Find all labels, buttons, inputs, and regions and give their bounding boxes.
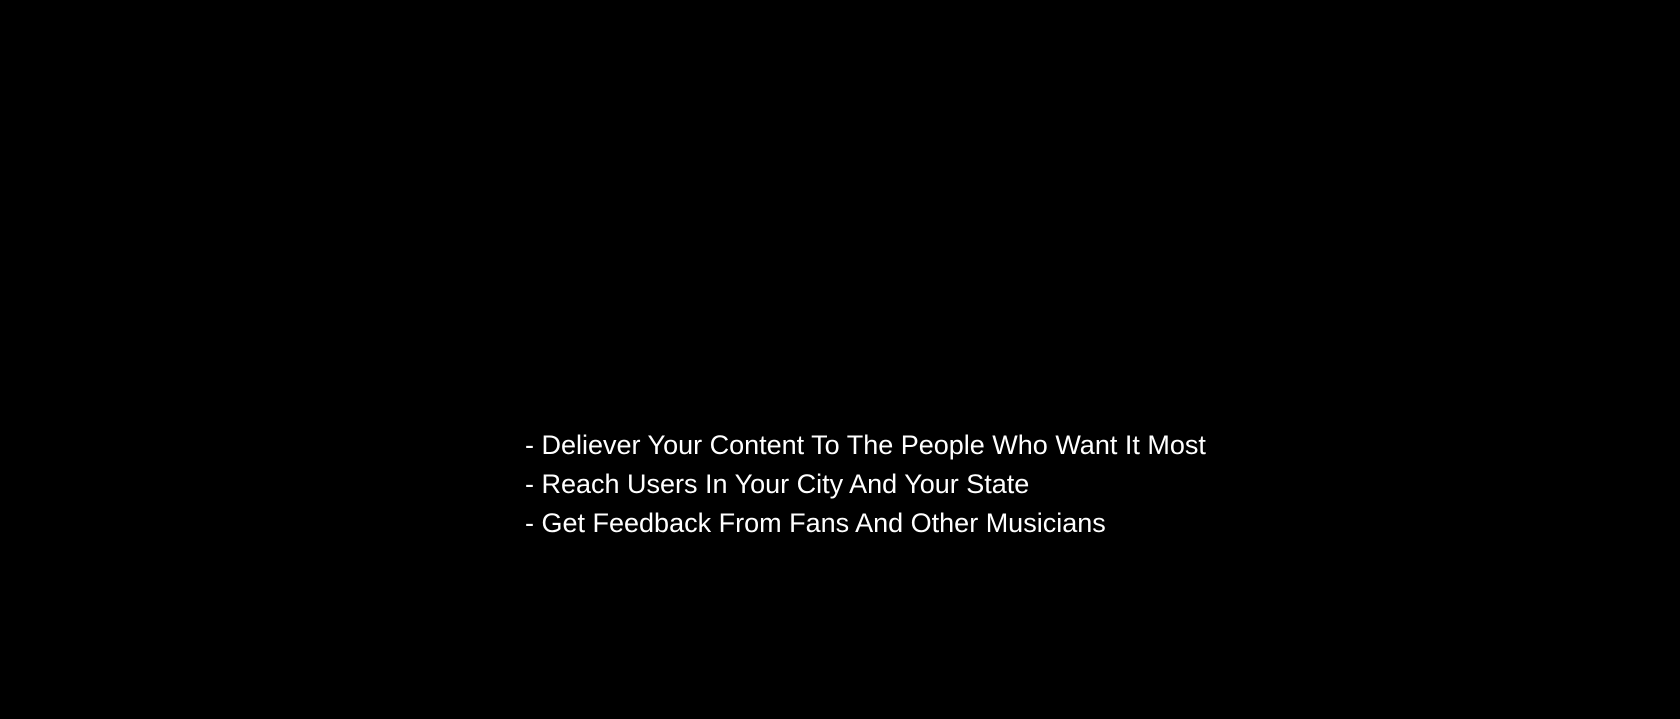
feature-item-deliver-content: - Deliever Your Content To The People Wh… — [525, 430, 1206, 460]
slide-canvas: - Deliever Your Content To The People Wh… — [0, 0, 1680, 719]
feature-list: - Deliever Your Content To The People Wh… — [525, 426, 1206, 543]
feature-item-reach-users: - Reach Users In Your City And Your Stat… — [525, 469, 1030, 499]
feature-item-get-feedback: - Get Feedback From Fans And Other Music… — [525, 508, 1106, 538]
